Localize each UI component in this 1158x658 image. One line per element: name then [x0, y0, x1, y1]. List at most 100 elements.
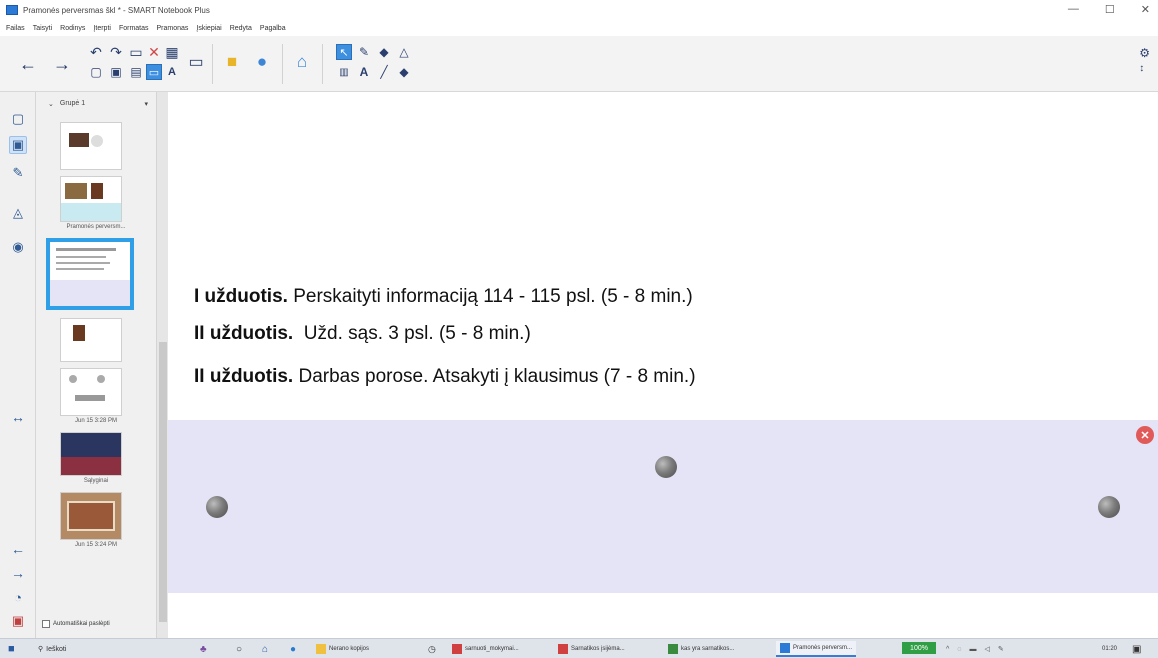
toolbar: ← → ↶ ↷ ▭ ✕ ▦ ▢ ▣ ▤ ▭ A ▭ ■ ● ⌂ ↖ ✎ ◆ △ … [0, 36, 1158, 92]
factory-image [65, 183, 87, 199]
fill-icon[interactable]: ◆ [396, 64, 412, 80]
cortana-icon[interactable]: ○ [236, 642, 242, 656]
task-label: II užduotis. [194, 366, 294, 387]
notification-icon[interactable]: ▣ [1132, 642, 1141, 656]
forward-icon[interactable]: → [53, 54, 71, 74]
start-icon[interactable]: ■ [8, 642, 15, 656]
lab-icon[interactable]: ⌂ [294, 52, 310, 71]
nav-back-icon[interactable]: ← [9, 540, 27, 558]
text-format-icon[interactable]: A [164, 64, 180, 80]
page-thumbnail-5[interactable] [60, 368, 122, 416]
scrollbar-thumb[interactable] [159, 342, 167, 622]
volume-icon[interactable]: ◁ [984, 645, 989, 653]
add-on-icon[interactable]: ● [254, 52, 270, 71]
text-line [56, 256, 106, 258]
store-icon[interactable]: ⌂ [262, 642, 268, 656]
full-screen-icon[interactable]: ▭ [146, 64, 162, 80]
properties-tab-icon[interactable]: ◬ [9, 204, 27, 222]
line-icon[interactable]: ╱ [376, 64, 392, 80]
attachments-tab-icon[interactable]: ✎ [9, 164, 27, 182]
copy-page-icon[interactable]: ▣ [108, 64, 124, 80]
blank-page-icon[interactable]: ▭ [128, 44, 144, 60]
select-icon[interactable]: ↖ [336, 44, 352, 60]
whiteboard-canvas[interactable]: I užduotis. Perskaityti informaciją 114 … [168, 92, 1158, 638]
gallery-icon[interactable]: ■ [224, 52, 240, 71]
taskbar-item-label: sarnuoti_mokymai... [465, 646, 519, 652]
text-icon[interactable]: A [356, 64, 372, 80]
taskbar-item-4[interactable]: kas yra sarnatikos... [664, 641, 738, 657]
page-thumbnail-7[interactable] [60, 492, 122, 540]
auto-hide-checkbox[interactable]: Automatiškai paslėpti [42, 620, 110, 628]
chevron-up-icon[interactable]: ^ [946, 646, 949, 653]
shade-handle-top[interactable] [655, 456, 677, 478]
menu-view[interactable]: Rodinys [60, 25, 85, 32]
chevron-down-icon: ⌄ [48, 101, 54, 108]
page-thumbnail-6[interactable] [60, 432, 122, 476]
undo-icon[interactable]: ↶ [88, 44, 104, 60]
pin-icon[interactable]: ◔ [9, 588, 27, 606]
battery-icon[interactable]: ▬ [969, 646, 976, 653]
checkbox-box[interactable] [42, 620, 50, 628]
taskbar-app-icon[interactable]: ♣ [200, 642, 207, 656]
page-icon[interactable]: ▢ [88, 64, 104, 80]
tray-icons[interactable]: ^ ◌ ▬ ◁ ✎ [946, 642, 1004, 656]
group-menu-icon[interactable]: ▾ [144, 100, 148, 108]
menu-insert[interactable]: Įterpti [93, 25, 111, 32]
browser-icon [452, 644, 462, 654]
table-icon[interactable]: ▦ [164, 44, 180, 60]
close-window-button[interactable]: ✕ [1141, 3, 1150, 16]
screen-shade-icon[interactable]: ▤ [128, 64, 144, 80]
expand-icon[interactable]: ↕ [1139, 63, 1144, 74]
zoom-badge[interactable]: 100% [902, 642, 936, 654]
minimize-button[interactable]: — [1068, 3, 1079, 16]
pen-tray-icon[interactable]: ✎ [998, 645, 1004, 653]
page-thumbnail-3-selected[interactable] [46, 238, 134, 310]
menu-pramonas[interactable]: Pramonas [157, 25, 189, 32]
record-icon[interactable]: ▣ [9, 612, 27, 630]
taskbar-item-3[interactable]: Sarnatikos įsijėma... [554, 641, 629, 657]
shade-handle-left[interactable] [206, 496, 228, 518]
portrait-image [91, 183, 103, 199]
page-thumbnail-1[interactable] [60, 122, 122, 170]
separator [212, 44, 213, 84]
shade-handle-right[interactable] [1098, 496, 1120, 518]
menu-plugins[interactable]: Įskiepiai [196, 25, 221, 32]
search-box[interactable]: ⚲ Ieškoti [38, 642, 66, 656]
settings-icon[interactable]: ⚙ ↕ [1139, 46, 1150, 74]
taskbar-item-2[interactable]: sarnuoti_mokymai... [448, 641, 523, 657]
screen-shade[interactable] [168, 420, 1158, 593]
close-shade-icon[interactable]: ✕ [1136, 426, 1154, 444]
nav-forward-icon[interactable]: → [9, 564, 27, 582]
display-icon[interactable]: ▭ [188, 54, 204, 71]
menu-help[interactable]: Pagalba [260, 25, 286, 32]
resize-icon[interactable]: ↔ [9, 408, 27, 426]
taskbar-item-5[interactable]: Pramonės perversm... [776, 641, 857, 657]
delete-icon[interactable]: ✕ [146, 44, 162, 60]
table-tool-icon[interactable]: ▥ [336, 64, 352, 80]
back-icon[interactable]: ← [19, 54, 37, 74]
clock[interactable]: 01:20 [1102, 642, 1117, 656]
page-sorter-tab-icon[interactable]: ▢ [9, 110, 27, 128]
sorter-scrollbar[interactable] [156, 92, 168, 638]
redo-icon[interactable]: ↷ [108, 44, 124, 60]
group-header[interactable]: ⌄ Grupė 1 ▾ [48, 100, 148, 108]
edge-icon[interactable]: ● [290, 642, 296, 656]
gallery-tab-icon[interactable]: ▣ [9, 136, 27, 154]
page-thumbnail-4[interactable] [60, 318, 122, 362]
thumbnail-label: Jun 15 3:28 PM [74, 418, 118, 424]
maximize-button[interactable]: ☐ [1105, 3, 1115, 16]
task-line-2: II užduotis. Užd. sąs. 3 psl. (5 - 8 min… [194, 323, 531, 345]
menu-file[interactable]: Failas [6, 25, 25, 32]
addons-tab-icon[interactable]: ◉ [9, 238, 27, 256]
taskbar-item-1[interactable]: Nerano kopijos [312, 641, 373, 657]
timer-icon[interactable]: ◷ [428, 642, 436, 656]
pen-icon[interactable]: ✎ [356, 44, 372, 60]
page-thumbnail-2[interactable] [60, 176, 122, 222]
menu-redyta[interactable]: Redyta [230, 25, 252, 32]
menu-edit[interactable]: Taisyti [33, 25, 52, 32]
eraser-icon[interactable]: ◆ [376, 44, 392, 60]
shapes-icon[interactable]: △ [396, 44, 412, 60]
network-icon[interactable]: ◌ [957, 646, 961, 653]
auto-hide-label: Automatiškai paslėpti [53, 621, 110, 627]
menu-format[interactable]: Formatas [119, 25, 149, 32]
